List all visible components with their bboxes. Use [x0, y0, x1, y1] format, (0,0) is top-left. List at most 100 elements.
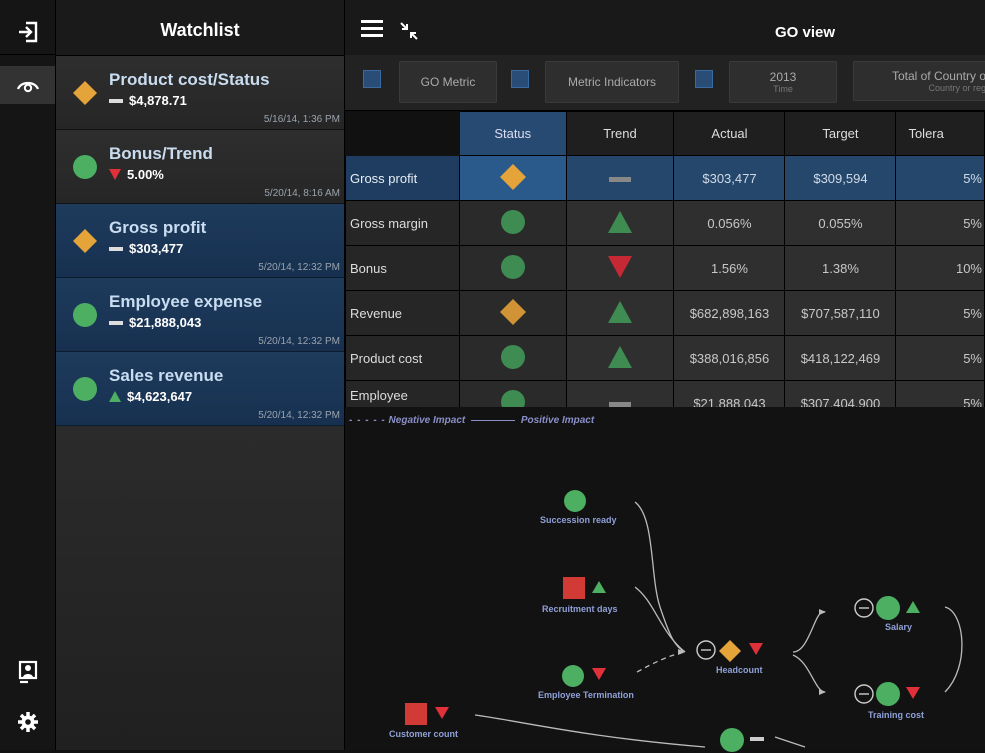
table-row[interactable]: Revenue $682,898,163 $707,587,110 5%	[345, 290, 985, 336]
green-circle-status-icon	[876, 682, 900, 706]
country-selector[interactable]: Total of Country o Country or reg	[853, 61, 985, 101]
up-trend-icon	[608, 345, 633, 368]
go-view-title: GO view	[775, 24, 836, 41]
time-selector[interactable]: 2013 Time	[729, 61, 837, 103]
up-trend-icon	[109, 391, 121, 402]
watchlist-item-date: 5/16/14, 1:36 PM	[263, 114, 340, 125]
status-cell	[458, 200, 567, 246]
column-header-trend[interactable]: Trend	[565, 111, 675, 156]
tolerance-cell: 10%	[895, 245, 985, 291]
flat-trend-icon	[109, 246, 123, 251]
table-header-row: Status Trend Actual Target Tolera	[345, 111, 985, 156]
node-label: Customer count	[389, 729, 459, 739]
time-panel-icon[interactable]	[695, 70, 713, 88]
target-cell: $307,404,900	[784, 380, 897, 407]
tolerance-cell: 5%	[895, 290, 985, 336]
indicators-panel-icon[interactable]	[511, 70, 529, 88]
table-row[interactable]: Product cost $388,016,856 $418,122,469 5…	[345, 335, 985, 381]
green-circle-status-icon	[564, 490, 586, 512]
status-cell	[458, 290, 567, 336]
actual-cell: $388,016,856	[673, 335, 786, 381]
watchlist-panel: Watchlist Product cost/Status $4,878.71 …	[56, 0, 345, 750]
flat-trend-icon	[750, 737, 764, 741]
node-label: Employee Termination	[538, 690, 634, 700]
tolerance-cell: 5%	[895, 380, 985, 407]
watchlist-item-value: $21,888,043	[129, 315, 202, 330]
down-trend-icon	[906, 687, 920, 699]
down-trend-icon	[109, 169, 121, 180]
table-row[interactable]: Bonus 1.56% 1.38% 10%	[345, 245, 985, 291]
row-label: Gross profit	[345, 155, 460, 201]
flat-trend-icon	[609, 176, 632, 182]
menu-icon[interactable]	[361, 20, 383, 38]
watchlist-item-title: Employee expense	[109, 292, 263, 311]
green-circle-status-icon	[562, 665, 584, 687]
left-icon-rail	[0, 0, 56, 750]
tolerance-cell: 5%	[895, 200, 985, 246]
minus-circle-icon	[854, 598, 874, 618]
green-circle-status-icon	[73, 303, 97, 327]
up-trend-icon	[608, 210, 633, 233]
watchlist-item[interactable]: Product cost/Status $4,878.71 5/16/14, 1…	[56, 56, 344, 130]
metric-indicators-label: Metric Indicators	[567, 75, 657, 89]
watchlist-item-date: 5/20/14, 8:16 AM	[264, 188, 340, 199]
watchlist-item-title: Product cost/Status	[109, 70, 270, 89]
row-label: Revenue	[345, 290, 460, 336]
minus-circle-icon	[854, 684, 874, 704]
target-cell: 1.38%	[784, 245, 897, 291]
up-trend-icon	[906, 601, 920, 613]
table-row[interactable]: Gross margin 0.056% 0.055% 5%	[345, 200, 985, 246]
table-row[interactable]: Employee expense $21,888,043 $307,404,90…	[345, 380, 985, 407]
down-trend-icon	[608, 255, 633, 278]
minus-circle-icon	[696, 640, 716, 660]
up-trend-icon	[592, 581, 606, 593]
row-label: Bonus	[345, 245, 460, 291]
time-value: 2013	[769, 70, 797, 84]
collapse-icon[interactable]	[400, 22, 418, 40]
actual-cell: $21,888,043	[673, 380, 786, 407]
diamond-status-icon	[719, 640, 741, 662]
target-cell: $418,122,469	[784, 335, 897, 381]
eye-icon[interactable]	[0, 66, 55, 104]
watchlist-item[interactable]: Bonus/Trend 5.00% 5/20/14, 8:16 AM	[56, 130, 344, 204]
target-cell: $707,587,110	[784, 290, 897, 336]
green-circle-status-icon	[500, 389, 525, 407]
column-header-status[interactable]: Status	[458, 111, 567, 156]
status-cell	[458, 245, 567, 291]
status-cell	[458, 335, 567, 381]
trend-cell	[565, 200, 675, 246]
node-label: Succession ready	[540, 515, 617, 525]
diamond-status-icon	[73, 229, 97, 253]
trend-cell	[565, 335, 675, 381]
go-metric-button[interactable]: GO Metric	[399, 61, 497, 103]
node-label: Salary	[885, 622, 913, 632]
target-cell: 0.055%	[784, 200, 897, 246]
country-label: Country or reg	[928, 83, 985, 93]
sign-in-icon[interactable]	[0, 10, 55, 55]
column-header-tolerance[interactable]: Tolera	[895, 111, 985, 156]
flat-trend-icon	[109, 320, 123, 325]
watchlist-item[interactable]: Sales revenue $4,623,647 5/20/14, 12:32 …	[56, 352, 344, 426]
metric-indicators-button[interactable]: Metric Indicators	[545, 61, 679, 103]
watchlist-item-date: 5/20/14, 12:32 PM	[258, 410, 340, 421]
metric-panel-icon[interactable]	[363, 70, 381, 88]
watchlist-item[interactable]: Employee expense $21,888,043 5/20/14, 12…	[56, 278, 344, 352]
gear-icon[interactable]	[0, 700, 55, 744]
watchlist-item[interactable]: Gross profit $303,477 5/20/14, 12:32 PM	[56, 204, 344, 278]
time-label: Time	[773, 84, 793, 94]
watchlist-item-value: 5.00%	[127, 167, 164, 182]
column-header-target[interactable]: Target	[784, 111, 897, 156]
up-trend-icon	[608, 300, 633, 323]
go-view-panel: GO view GO Metric Metric Indicators 2013…	[345, 0, 985, 752]
green-circle-status-icon	[500, 254, 525, 279]
green-circle-status-icon	[876, 596, 900, 620]
status-cell	[458, 155, 567, 201]
node-label: Recruitment days	[542, 604, 618, 614]
trend-cell	[565, 155, 675, 201]
down-trend-icon	[435, 707, 449, 719]
table-row[interactable]: Gross profit $303,477 $309,594 5%	[345, 155, 985, 201]
user-card-icon[interactable]	[0, 650, 55, 694]
diamond-status-icon	[499, 298, 526, 325]
column-header-actual[interactable]: Actual	[673, 111, 786, 156]
diamond-status-icon	[73, 81, 97, 105]
